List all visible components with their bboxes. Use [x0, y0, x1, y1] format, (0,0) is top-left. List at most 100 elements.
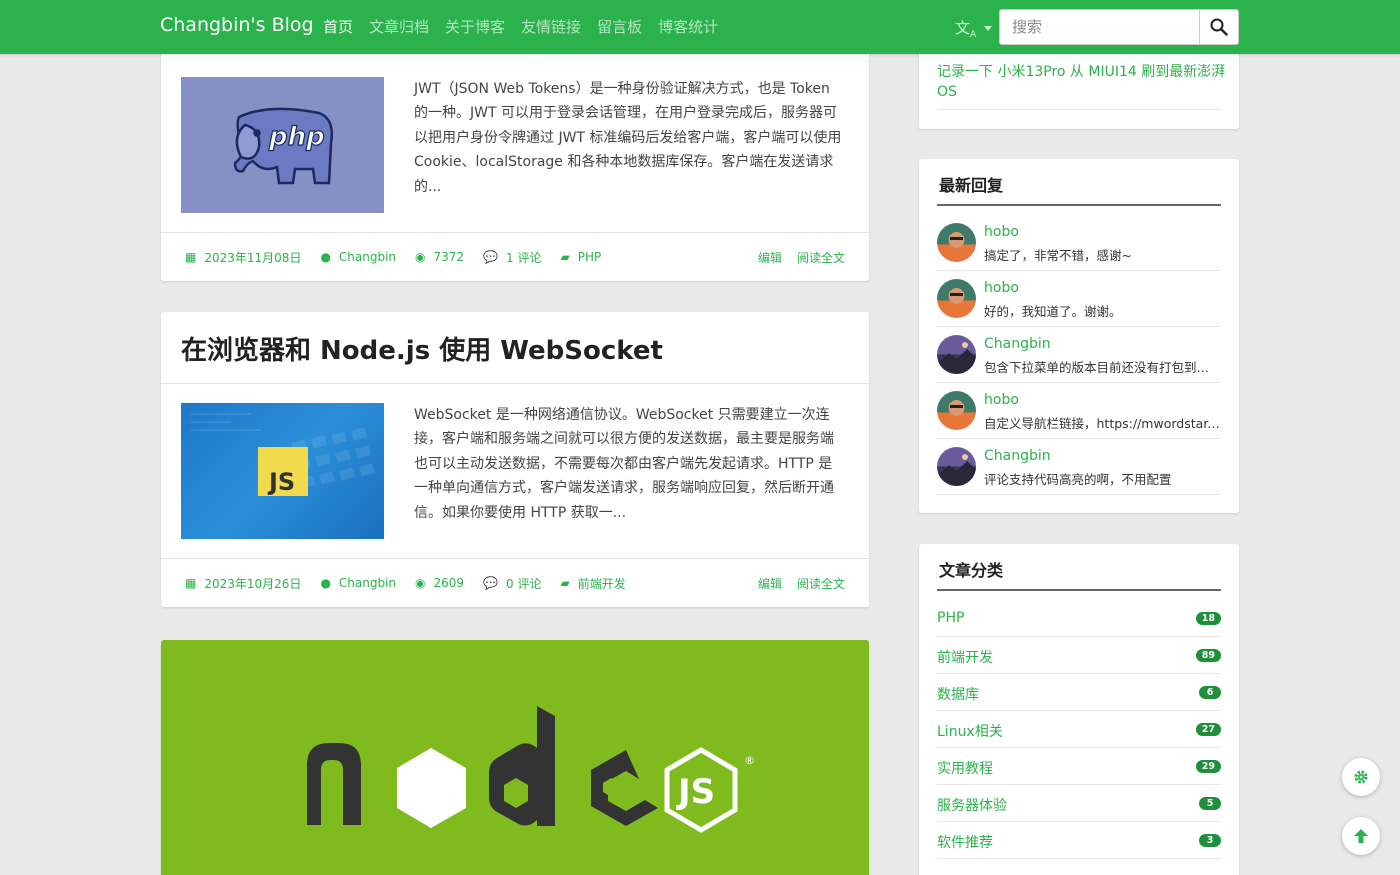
- category-item[interactable]: 实用教程 29: [937, 748, 1221, 785]
- post-thumbnail-php[interactable]: php: [181, 77, 384, 213]
- category-count-badge: 18: [1195, 612, 1221, 625]
- category-count-badge: 89: [1195, 649, 1221, 662]
- reply-content: 评论支持代码高亮的啊，不用配置: [984, 472, 1172, 487]
- read-more-link[interactable]: 阅读全文: [797, 249, 845, 266]
- comment-icon: 💬: [483, 250, 499, 264]
- category-count-badge: 27: [1195, 723, 1221, 736]
- reply-content: 包含下拉菜单的版本目前还没有打包到发布版本中: [984, 360, 1221, 375]
- back-to-top-button[interactable]: [1342, 817, 1380, 855]
- post-thumbnail-js[interactable]: JS: [181, 403, 384, 539]
- avatar: [937, 447, 976, 486]
- recent-post-link[interactable]: 记录一下 小米13Pro 从 MIUI14 刷到最新澎湃OS: [937, 62, 1227, 102]
- category-name: 服务器体验: [937, 798, 1007, 814]
- category-item[interactable]: 服务器体验 5: [937, 785, 1221, 822]
- post-date: ▦ 2023年11月08日: [185, 250, 302, 265]
- widget-title: 最新回复: [939, 176, 1004, 195]
- php-elephant-image: php: [233, 107, 333, 185]
- reply-content: 搞定了，非常不错，感谢~: [984, 248, 1132, 263]
- arrow-up-icon: [1354, 829, 1368, 843]
- category-name: 数据库: [937, 687, 979, 703]
- chevron-down-icon: [984, 26, 993, 31]
- post-meta: ▦ 2023年10月26日 ● Changbin ◉ 2609 💬 0 评论 ▰ 前端开发…: [185, 573, 845, 593]
- gear-icon: [1354, 770, 1368, 784]
- reply-author: Changbin: [984, 336, 1051, 352]
- post-views: ◉ 7372: [415, 250, 465, 264]
- category-item[interactable]: 前端开发 89: [937, 637, 1221, 674]
- nodejs-logo: JS ®: [307, 706, 755, 833]
- category-item[interactable]: PHP 18: [937, 600, 1221, 637]
- widget-divider: [937, 204, 1221, 206]
- reply-author: hobo: [984, 280, 1019, 296]
- nav-link-friends[interactable]: 友情链接: [521, 16, 581, 37]
- user-icon: ●: [320, 576, 331, 590]
- search-button[interactable]: [1199, 9, 1239, 45]
- category-name: Linux相关: [937, 724, 1003, 740]
- search-icon: [1210, 18, 1228, 36]
- avatar-landscape: [937, 454, 976, 486]
- categories-widget: 文章分类 PHP 18 前端开发 89 数据库 6 Linux相关 27 实用教程 29 …: [919, 544, 1239, 875]
- reply-item[interactable]: hobo 好的，我知道了。谢谢。: [937, 271, 1221, 327]
- avatar-landscape: [937, 342, 976, 374]
- category-count-badge: 6: [1199, 686, 1221, 699]
- reply-item[interactable]: Changbin 包含下拉菜单的版本目前还没有打包到发布版本中: [937, 327, 1221, 383]
- post-author[interactable]: ● Changbin: [320, 576, 396, 590]
- category-count-badge: 5: [1199, 797, 1221, 810]
- search-input[interactable]: [999, 9, 1199, 45]
- post-excerpt: JWT（JSON Web Tokens）是一种身份验证解决方式，也是 Token…: [414, 81, 842, 195]
- category-item[interactable]: Linux相关 27: [937, 711, 1221, 748]
- nav-link-home[interactable]: 首页: [323, 16, 353, 37]
- category-count-badge: 3: [1199, 834, 1221, 847]
- category-name: 实用教程: [937, 761, 993, 777]
- settings-button[interactable]: [1342, 758, 1380, 796]
- reply-item[interactable]: hobo 自定义导航栏链接，https://mwordstar.com: [937, 383, 1221, 439]
- reply-item[interactable]: hobo 搞定了，非常不错，感谢~: [937, 215, 1221, 271]
- post-category[interactable]: ▰ PHP: [560, 250, 601, 264]
- widget-divider: [937, 589, 1221, 591]
- read-more-link[interactable]: 阅读全文: [797, 575, 845, 592]
- avatar-face: [948, 232, 965, 248]
- post-title[interactable]: 在浏览器和 Node.js 使用 WebSocket: [181, 330, 663, 367]
- avatar: [937, 391, 976, 430]
- svg-text:®: ®: [744, 754, 755, 767]
- category-item[interactable]: 软件推荐 3: [937, 822, 1221, 859]
- post-author[interactable]: ● Changbin: [320, 250, 396, 264]
- avatar-face: [948, 400, 965, 416]
- folder-icon: ▰: [560, 250, 570, 264]
- nav-link-about[interactable]: 关于博客: [445, 16, 505, 37]
- svg-text:JS: JS: [676, 772, 715, 812]
- post-comments[interactable]: 💬 1 评论: [483, 249, 541, 266]
- latest-replies-widget: 最新回复 hobo 搞定了，非常不错，感谢~ hobo 好的，我知道了。谢谢。 …: [919, 159, 1239, 513]
- post-featured-image[interactable]: JS ®: [161, 640, 869, 875]
- divider: [937, 109, 1221, 110]
- edit-link[interactable]: 编辑: [758, 249, 782, 266]
- reply-content: 自定义导航栏链接，https://mwordstar.com: [984, 416, 1221, 431]
- divider: [161, 558, 869, 559]
- comment-icon: 💬: [483, 576, 499, 590]
- nav-link-guestbook[interactable]: 留言板: [597, 16, 642, 37]
- user-icon: ●: [320, 250, 331, 264]
- edit-link[interactable]: 编辑: [758, 575, 782, 592]
- nav-link-archive[interactable]: 文章归档: [369, 16, 429, 37]
- category-item[interactable]: 数据库 6: [937, 674, 1221, 711]
- reply-item[interactable]: Changbin 评论支持代码高亮的啊，不用配置: [937, 439, 1221, 495]
- post-excerpt: WebSocket 是一种网络通信协议。WebSocket 只需要建立一次连接，…: [414, 407, 834, 521]
- js-keyboard-image: JS: [191, 413, 376, 496]
- reply-content: 好的，我知道了。谢谢。: [984, 304, 1122, 319]
- avatar: [937, 223, 976, 262]
- main-nav: 首页 文章归档 关于博客 友情链接 留言板 博客统计: [323, 16, 718, 37]
- search-form: [999, 9, 1239, 45]
- nav-link-stats[interactable]: 博客统计: [658, 16, 718, 37]
- translate-icon: 文A: [955, 19, 977, 40]
- reply-author: hobo: [984, 392, 1019, 408]
- svg-text:php: php: [268, 122, 325, 152]
- svg-text:JS: JS: [267, 468, 295, 496]
- avatar: [937, 279, 976, 318]
- post-category[interactable]: ▰ 前端开发: [560, 575, 625, 592]
- site-brand[interactable]: Changbin's Blog: [160, 14, 314, 36]
- category-name: 前端开发: [937, 650, 993, 666]
- category-name: PHP: [937, 610, 965, 626]
- post-comments[interactable]: 💬 0 评论: [483, 575, 541, 592]
- category-name: 软件推荐: [937, 835, 993, 851]
- category-count-badge: 29: [1195, 760, 1221, 773]
- language-dropdown[interactable]: 文A: [955, 17, 993, 40]
